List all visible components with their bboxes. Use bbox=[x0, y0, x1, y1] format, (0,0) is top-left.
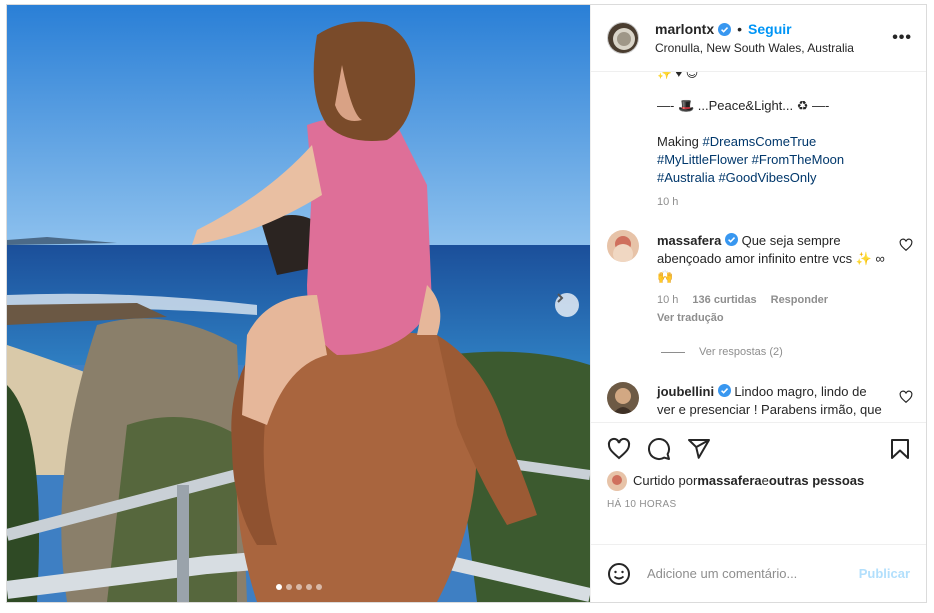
carousel-dot bbox=[275, 584, 282, 590]
hashtag-link[interactable]: #FromTheMoon bbox=[752, 152, 844, 167]
caption-peace-line: —- 🎩 ...Peace&Light... ♻ —- bbox=[657, 98, 830, 114]
beach-photo-image bbox=[7, 5, 590, 602]
liker-avatar bbox=[607, 470, 627, 491]
post-timestamp[interactable]: HÁ 10 HORAS bbox=[607, 499, 676, 510]
post-location[interactable]: Cronulla, New South Wales, Australia bbox=[655, 41, 892, 55]
comments-list[interactable]: ✨ ♥ 😊 —- 🎩 ...Peace&Light... ♻ —- Making… bbox=[591, 72, 926, 422]
follow-button[interactable]: Seguir bbox=[748, 21, 792, 37]
like-comment-heart-icon[interactable] bbox=[899, 390, 913, 404]
comment-likes[interactable]: 136 curtidas bbox=[692, 294, 756, 306]
verified-badge-icon bbox=[724, 233, 738, 247]
commenter-avatar[interactable] bbox=[607, 382, 639, 415]
verified-badge-icon bbox=[718, 22, 732, 36]
more-options-icon[interactable]: ••• bbox=[892, 29, 912, 47]
carousel-dot bbox=[295, 584, 302, 590]
hashtag-link[interactable]: #DreamsComeTrue bbox=[703, 134, 817, 149]
publish-button[interactable]: Publicar bbox=[859, 566, 910, 581]
like-comment-heart-icon[interactable] bbox=[899, 238, 913, 252]
emoji-icon[interactable] bbox=[607, 562, 631, 586]
add-comment-bar: Publicar bbox=[591, 544, 926, 602]
heart-icon[interactable] bbox=[607, 437, 631, 461]
post-photo[interactable] bbox=[7, 5, 590, 602]
post-side-panel: marlontx • Seguir Cronulla, New South Wa… bbox=[590, 5, 926, 602]
share-icon[interactable] bbox=[687, 437, 711, 461]
post-modal: marlontx • Seguir Cronulla, New South Wa… bbox=[6, 4, 927, 603]
post-header: marlontx • Seguir Cronulla, New South Wa… bbox=[591, 5, 926, 73]
comment-body: massafera Que seja sempre abençoado amor… bbox=[657, 232, 887, 286]
caption-time[interactable]: 10 h bbox=[657, 196, 678, 208]
comment-time[interactable]: 10 h bbox=[657, 294, 678, 306]
comment-input[interactable] bbox=[647, 566, 859, 582]
comment-username[interactable]: joubellini bbox=[657, 384, 714, 399]
carousel-indicator bbox=[7, 584, 590, 590]
commenter-avatar[interactable] bbox=[607, 230, 639, 263]
carousel-dot bbox=[315, 584, 322, 590]
see-translation-link[interactable]: Ver tradução bbox=[657, 312, 724, 324]
caption-making-line: Making #DreamsComeTrue bbox=[657, 134, 817, 150]
author-username[interactable]: marlontx bbox=[655, 21, 714, 37]
hashtag-link[interactable]: #Australia bbox=[657, 170, 715, 185]
post-actions: Curtido por massafera e outras pessoas H… bbox=[591, 421, 926, 545]
caption-tags-line: #MyLittleFlower #FromTheMoon bbox=[657, 152, 844, 167]
comment-icon[interactable] bbox=[647, 437, 671, 461]
hashtag-link[interactable]: #MyLittleFlower bbox=[657, 152, 748, 167]
replies-divider-line bbox=[661, 351, 685, 353]
bookmark-icon[interactable] bbox=[888, 437, 912, 461]
carousel-dot bbox=[305, 584, 312, 590]
comment-username[interactable]: massafera bbox=[657, 233, 721, 248]
view-replies-button[interactable]: Ver respostas (2) bbox=[661, 346, 783, 358]
caption-tags-line: #Australia #GoodVibesOnly bbox=[657, 170, 816, 185]
comment-meta: 10 h 136 curtidas Responder bbox=[657, 294, 828, 306]
reply-button[interactable]: Responder bbox=[771, 294, 828, 306]
carousel-dot bbox=[285, 584, 292, 590]
hashtag-link[interactable]: #GoodVibesOnly bbox=[718, 170, 816, 185]
verified-badge-icon bbox=[717, 384, 731, 398]
comment-body: joubellini Lindoo magro, lindo de ver e … bbox=[657, 383, 887, 422]
separator-dot: • bbox=[737, 21, 743, 38]
other-likers-link[interactable]: outras pessoas bbox=[769, 473, 864, 488]
author-avatar[interactable] bbox=[607, 22, 639, 55]
chevron-right-icon bbox=[557, 293, 564, 303]
liker-username[interactable]: massafera bbox=[697, 473, 761, 488]
caption-emoji-line: ✨ ♥ 😊 bbox=[657, 72, 699, 81]
next-slide-button[interactable] bbox=[555, 293, 579, 317]
liked-by-line[interactable]: Curtido por massafera e outras pessoas bbox=[607, 470, 864, 491]
